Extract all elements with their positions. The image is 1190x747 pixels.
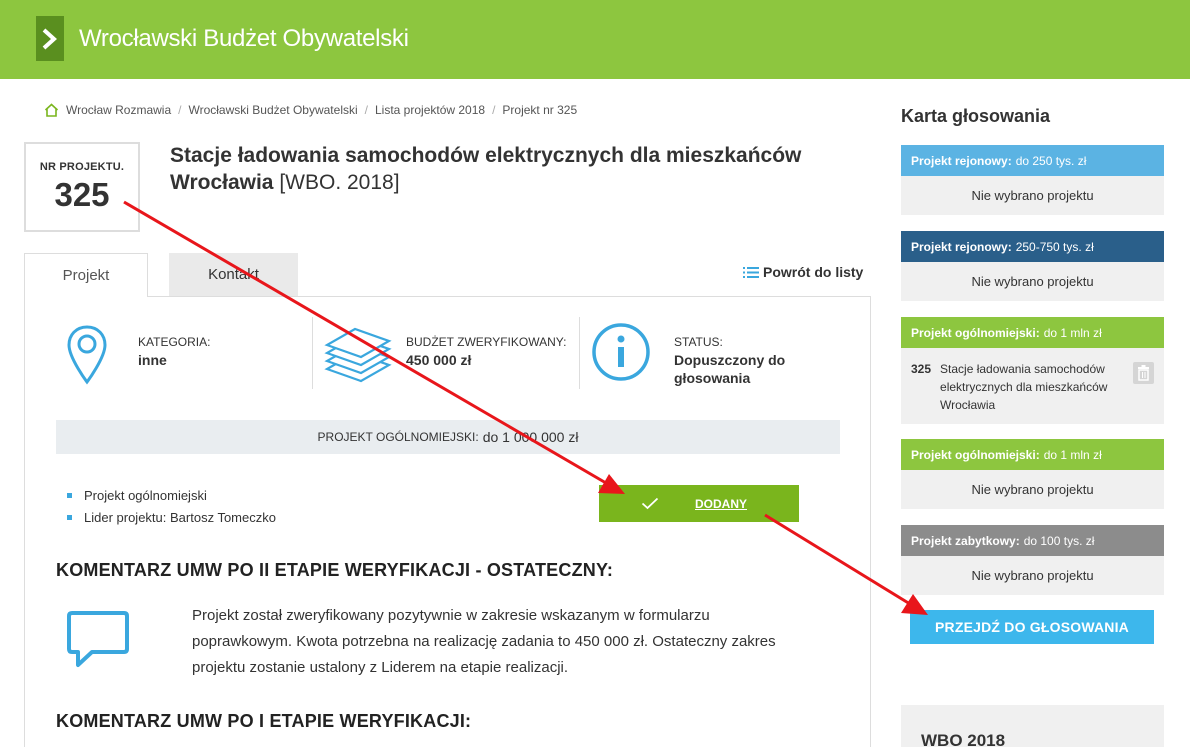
project-edition-tag: [WBO. 2018] — [279, 171, 400, 194]
scope-bar: PROJEKT OGÓLNOMIEJSKI: do 1 000 000 zł — [56, 420, 840, 454]
card-body: Nie wybrano projektu — [971, 482, 1094, 497]
status-label: STATUS: — [674, 335, 723, 349]
trash-icon — [1138, 365, 1149, 381]
list-icon — [743, 266, 759, 278]
budget-label: BUDŻET ZWERYFIKOWANY: — [406, 335, 567, 349]
card-limit: do 250 tys. zł — [1015, 153, 1087, 168]
divider — [579, 317, 580, 389]
wbo-title: WBO 2018 — [921, 731, 1006, 747]
money-stack-icon — [324, 327, 392, 383]
card-kind: Projekt ogólnomiejski: — [911, 447, 1040, 462]
map-pin-icon — [67, 325, 107, 385]
voting-card-citywide-selected: Projekt ogólnomiejski: do 1 mln zł 325 S… — [901, 317, 1164, 424]
card-limit: do 100 tys. zł — [1023, 533, 1095, 548]
voting-card-citywide: Projekt ogólnomiejski: do 1 mln zł Nie w… — [901, 439, 1164, 509]
category-label: KATEGORIA: — [138, 335, 211, 349]
breadcrumb: Wrocław Rozmawia / Wrocławski Budżet Oby… — [44, 103, 577, 117]
comment-icon — [67, 611, 129, 667]
breadcrumb-current: Projekt nr 325 — [502, 103, 578, 117]
card-header: Projekt ogólnomiejski: do 1 mln zł — [901, 439, 1164, 470]
category-value: inne — [138, 352, 167, 368]
status-value: Dopuszczony do głosowania — [674, 352, 786, 386]
project-panel: KATEGORIA: inne BUDŻET ZWERYFIKOWANY: 45… — [24, 296, 871, 747]
card-header: Projekt rejonowy: do 250 tys. zł — [901, 145, 1164, 176]
card-header: Projekt rejonowy: 250-750 tys. zł — [901, 231, 1164, 262]
added-to-vote-button[interactable]: DODANY — [599, 485, 799, 522]
voting-card-district-small: Projekt rejonowy: do 250 tys. zł Nie wyb… — [901, 145, 1164, 215]
remove-project-button[interactable] — [1133, 362, 1154, 384]
project-number-value: 325 — [54, 176, 110, 213]
top-bar: Wrocławski Budżet Obywatelski — [0, 0, 1190, 79]
status-info: STATUS: Dopuszczony do głosowania — [674, 335, 824, 407]
budget-info: BUDŻET ZWERYFIKOWANY: 450 000 zł — [406, 335, 566, 407]
card-limit: 250-750 tys. zł — [1015, 239, 1094, 254]
list-item: Projekt ogólnomiejski — [67, 484, 276, 506]
project-number-label: NR PROJEKTU. — [39, 161, 125, 173]
project-number-box: NR PROJEKTU. 325 — [24, 142, 140, 232]
chevron-right-icon — [42, 28, 57, 50]
site-title[interactable]: Wrocławski Budżet Obywatelski — [79, 25, 409, 53]
selected-project-title: Stacje ładowania samochodów elektrycznyc… — [940, 362, 1108, 412]
comment-heading-stage-2: KOMENTARZ UMW PO II ETAPIE WERYFIKACJI -… — [56, 560, 614, 580]
wbo-info-box: WBO 2018 — [901, 705, 1164, 747]
breadcrumb-wbo[interactable]: Wrocławski Budżet Obywatelski — [188, 103, 357, 117]
voting-card-district-large: Projekt rejonowy: 250-750 tys. zł Nie wy… — [901, 231, 1164, 301]
selected-project-item: 325 Stacje ładowania samochodów elektryc… — [901, 348, 1164, 424]
check-icon — [641, 497, 659, 510]
list-item: Lider projektu: Bartosz Tomeczko — [67, 506, 276, 528]
project-attributes-list: Projekt ogólnomiejski Lider projektu: Ba… — [67, 484, 276, 528]
voting-card-heritage: Projekt zabytkowy: do 100 tys. zł Nie wy… — [901, 525, 1164, 595]
page-title: Stacje ładowania samochodów elektrycznyc… — [170, 142, 810, 196]
logo[interactable] — [36, 16, 64, 61]
card-limit: do 1 mln zł — [1043, 325, 1102, 340]
breadcrumb-project-list[interactable]: Lista projektów 2018 — [375, 103, 485, 117]
card-body: Nie wybrano projektu — [971, 568, 1094, 583]
breadcrumb-separator: / — [178, 103, 182, 117]
added-button-label: DODANY — [695, 496, 748, 511]
voting-card-title: Karta głosowania — [901, 106, 1051, 126]
card-kind: Projekt rejonowy: — [911, 153, 1012, 168]
info-icon — [592, 323, 650, 381]
card-body: Nie wybrano projektu — [971, 274, 1094, 289]
card-header: Projekt zabytkowy: do 100 tys. zł — [901, 525, 1164, 556]
back-to-list-link[interactable]: Powrót do listy — [743, 264, 863, 280]
scope-value: do 1 000 000 zł — [482, 429, 579, 445]
budget-value: 450 000 zł — [406, 352, 472, 368]
home-icon[interactable] — [44, 103, 59, 117]
comment-text-stage-2: Projekt został zweryfikowany pozytywnie … — [192, 607, 776, 676]
card-kind: Projekt zabytkowy: — [911, 533, 1020, 548]
breadcrumb-wroclaw-rozmawia[interactable]: Wrocław Rozmawia — [66, 103, 171, 117]
selected-project-number: 325 — [911, 362, 932, 376]
card-body: Nie wybrano projektu — [971, 188, 1094, 203]
breadcrumb-separator: / — [364, 103, 368, 117]
breadcrumb-separator: / — [492, 103, 496, 117]
category-info: KATEGORIA: inne — [138, 335, 210, 407]
scope-label: PROJEKT OGÓLNOMIEJSKI: — [317, 430, 479, 444]
comment-heading-stage-1: KOMENTARZ UMW PO I ETAPIE WERYFIKACJI: — [56, 711, 472, 731]
project-title: Stacje ładowania samochodów elektrycznyc… — [170, 144, 802, 194]
card-kind: Projekt ogólnomiejski: — [911, 325, 1040, 340]
card-limit: do 1 mln zł — [1043, 447, 1102, 462]
divider — [312, 317, 313, 389]
tab-projekt[interactable]: Projekt — [24, 253, 148, 297]
go-to-voting-button[interactable]: PRZEJDŹ DO GŁOSOWANIA — [910, 610, 1154, 644]
back-to-list-label: Powrót do listy — [763, 264, 864, 280]
tab-kontakt[interactable]: Kontakt — [169, 253, 298, 296]
card-kind: Projekt rejonowy: — [911, 239, 1012, 254]
card-header: Projekt ogólnomiejski: do 1 mln zł — [901, 317, 1164, 348]
